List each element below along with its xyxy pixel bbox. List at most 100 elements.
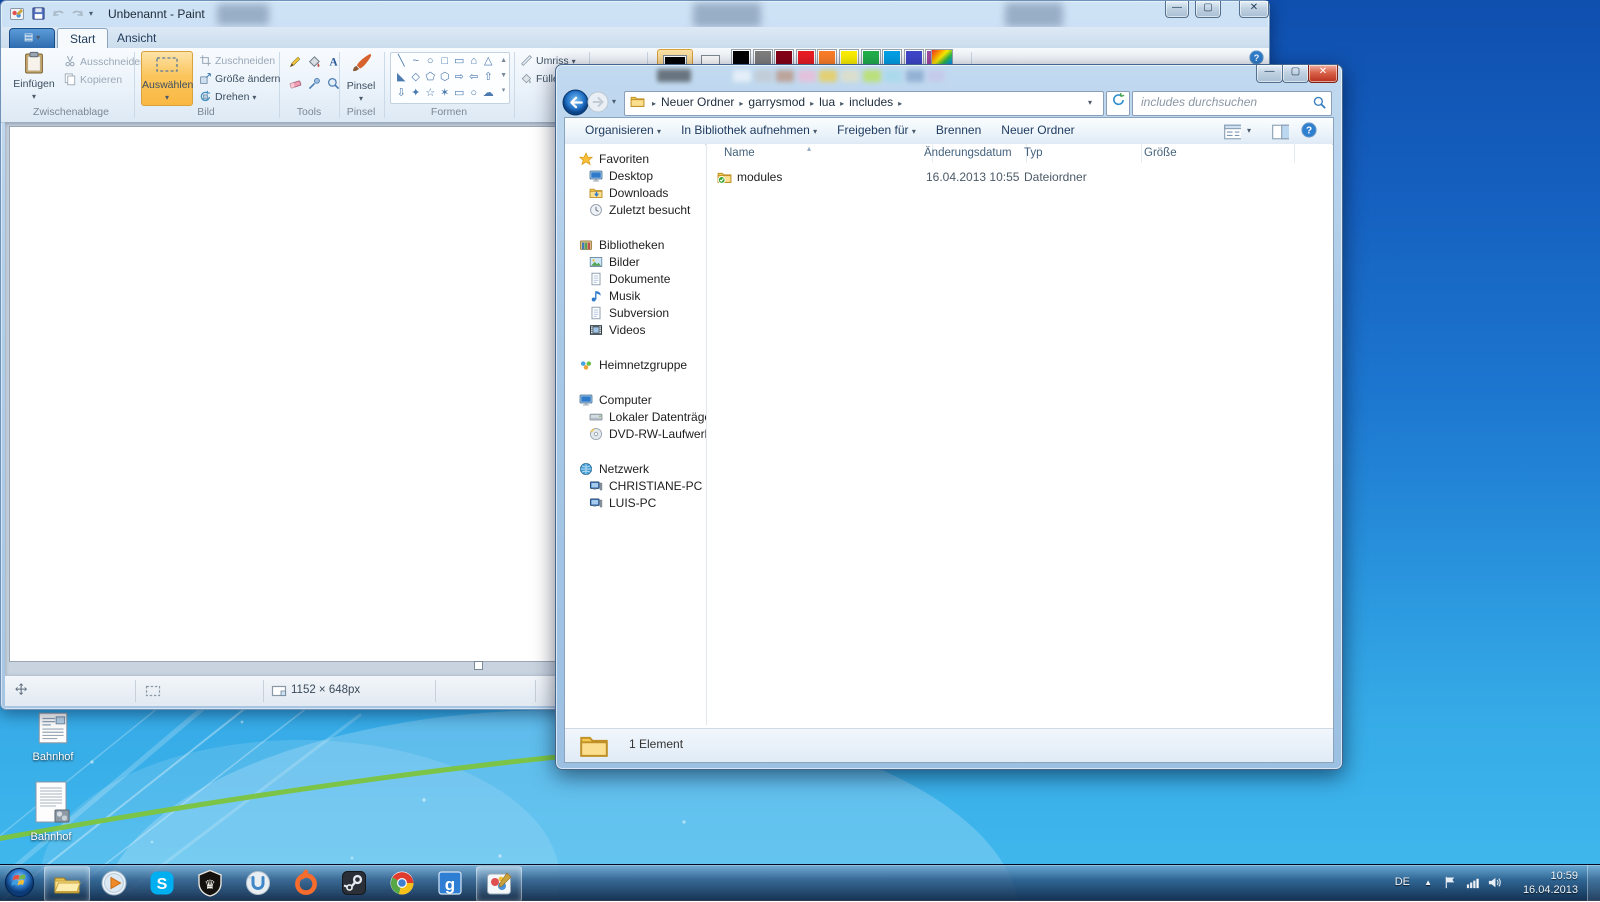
search-icon[interactable]: [1312, 95, 1327, 113]
canvas-resize-handle[interactable]: [474, 661, 483, 670]
help-button[interactable]: ?: [1301, 122, 1317, 141]
taskbar-origin[interactable]: [284, 866, 328, 900]
breadcrumb-item[interactable]: garrysmod: [748, 95, 805, 109]
action-center-flag-icon[interactable]: [1443, 875, 1458, 893]
explorer-title-bar[interactable]: [556, 65, 1342, 87]
maximize-button[interactable]: ▢: [1282, 65, 1309, 83]
sidebar-item[interactable]: Videos: [589, 323, 645, 339]
shapes-scroll[interactable]: ▲▼▾: [500, 53, 507, 98]
clock[interactable]: 10:59 16.04.2013: [1523, 869, 1578, 897]
sidebar-section-heimnetzgruppe[interactable]: Heimnetzgruppe: [579, 358, 687, 374]
crop-button[interactable]: Zuschneiden: [199, 54, 275, 70]
shape-option[interactable]: ○: [423, 54, 438, 68]
undo-icon[interactable]: [51, 6, 67, 25]
shape-option[interactable]: ╲: [394, 54, 409, 68]
preview-pane-button[interactable]: [1271, 123, 1289, 144]
paint-title-bar[interactable]: ▾ Unbenannt - Paint — ▢ ✕: [1, 1, 1269, 27]
shape-option[interactable]: ☁: [481, 86, 496, 100]
shape-option[interactable]: ▭: [452, 86, 467, 100]
paint-menu-button[interactable]: ▤ ▾: [9, 28, 55, 49]
sidebar-item[interactable]: Lokaler Datenträger: [589, 410, 715, 426]
cut-button[interactable]: Ausschneiden: [63, 54, 146, 70]
views-dropdown-icon[interactable]: ▾: [1247, 126, 1251, 135]
desktop-icon-bahnhof[interactable]: Bahnhof: [8, 780, 94, 843]
shape-option[interactable]: ⬡: [438, 70, 453, 84]
toolbar-button[interactable]: Neuer Ordner: [991, 123, 1084, 137]
sidebar-item[interactable]: Dokumente: [589, 272, 670, 288]
sidebar-item[interactable]: Subversion: [589, 306, 669, 322]
sidebar-item[interactable]: CHRISTIANE-PC: [589, 479, 702, 495]
sidebar-item[interactable]: DVD-RW-Laufwerk (: [589, 427, 718, 443]
breadcrumb-item[interactable]: lua: [819, 95, 835, 109]
taskbar-garrys-mod[interactable]: g: [428, 866, 472, 900]
history-dropdown-icon[interactable]: ▾: [612, 97, 616, 106]
search-box[interactable]: [1132, 91, 1332, 116]
sidebar-item[interactable]: Desktop: [589, 169, 653, 185]
shape-option[interactable]: ⬠: [423, 70, 438, 84]
taskbar-media-player[interactable]: [92, 866, 136, 900]
shape-option[interactable]: ⇧: [481, 70, 496, 84]
sidebar-section-favoriten[interactable]: Favoriten: [579, 152, 649, 168]
column-header[interactable]: Typ: [1017, 144, 1142, 163]
desktop-icon-bahnhof[interactable]: Bahnhof: [10, 710, 96, 763]
hidden-icons-chevron[interactable]: ▲: [1424, 878, 1432, 887]
back-button[interactable]: [562, 89, 589, 119]
select-button[interactable]: Auswählen▾: [141, 51, 193, 106]
shape-option[interactable]: ⌂: [467, 54, 482, 68]
network-icon[interactable]: [1465, 875, 1480, 893]
forward-button[interactable]: [587, 91, 609, 116]
quick-access-dropdown-icon[interactable]: ▾: [89, 9, 93, 18]
sidebar-item[interactable]: Bilder: [589, 255, 640, 271]
column-header[interactable]: Änderungsdatum: [915, 144, 1027, 163]
shape-option[interactable]: ☆: [423, 86, 438, 100]
shape-option[interactable]: ○: [467, 86, 482, 100]
taskbar-chrome[interactable]: [380, 866, 424, 900]
rotate-button[interactable]: Drehen ▾: [199, 90, 256, 106]
refresh-button[interactable]: [1106, 91, 1130, 116]
breadcrumb-item[interactable]: Neuer Ordner: [661, 95, 734, 109]
minimize-button[interactable]: —: [1256, 65, 1283, 83]
taskbar-windows-explorer[interactable]: [44, 866, 90, 902]
sidebar-item[interactable]: Musik: [589, 289, 640, 305]
brush-button[interactable]: Pinsel▾: [341, 51, 381, 104]
taskbar-game-crown[interactable]: ♛: [188, 866, 232, 900]
fill-tool-icon[interactable]: [304, 53, 324, 73]
shape-option[interactable]: ✦: [409, 86, 424, 100]
maximize-button[interactable]: ▢: [1195, 1, 1221, 18]
picker-tool-icon[interactable]: [304, 75, 324, 95]
paste-button[interactable]: Einfügen▾: [11, 51, 57, 104]
shape-option[interactable]: ◣: [394, 70, 409, 84]
shape-option[interactable]: ✶: [438, 86, 453, 100]
sidebar-section-computer[interactable]: Computer: [579, 393, 652, 409]
toolbar-button[interactable]: In Bibliothek aufnehmen ▾: [671, 123, 827, 137]
taskbar-skype[interactable]: S: [140, 866, 184, 900]
shape-option[interactable]: ◇: [409, 70, 424, 84]
shape-option[interactable]: ~: [409, 54, 424, 68]
sidebar-section-netzwerk[interactable]: Netzwerk: [579, 462, 649, 478]
sidebar-item[interactable]: Zuletzt besucht: [589, 203, 690, 219]
pencil-tool-icon[interactable]: [285, 53, 305, 73]
volume-icon[interactable]: [1487, 875, 1502, 893]
breadcrumb[interactable]: ▸Neuer Ordner▸garrysmod▸lua▸includes▸: [624, 91, 1104, 116]
tab-ansicht[interactable]: Ansicht: [105, 28, 168, 48]
taskbar-paint[interactable]: [476, 866, 522, 902]
shape-option[interactable]: ⇩: [394, 86, 409, 100]
redo-icon[interactable]: [69, 6, 85, 25]
minimize-button[interactable]: —: [1165, 1, 1189, 18]
column-header[interactable]: Name▴: [707, 144, 933, 163]
copy-button[interactable]: Kopieren: [63, 72, 122, 88]
shape-option[interactable]: ⇦: [467, 70, 482, 84]
taskbar-steam[interactable]: [332, 866, 376, 900]
taskbar-uplay[interactable]: [236, 866, 280, 900]
show-desktop-button[interactable]: [1587, 865, 1600, 901]
search-input[interactable]: [1139, 94, 1303, 110]
file-name[interactable]: modules: [737, 168, 782, 187]
toolbar-button[interactable]: Brennen: [926, 123, 991, 137]
file-row[interactable]: modules16.04.2013 10:55Dateiordner: [707, 168, 1332, 187]
tab-start[interactable]: Start: [57, 28, 108, 49]
shape-option[interactable]: ▭: [452, 54, 467, 68]
language-indicator[interactable]: DE: [1395, 876, 1410, 888]
sidebar-section-bibliotheken[interactable]: Bibliotheken: [579, 238, 664, 254]
breadcrumb-item[interactable]: includes: [849, 95, 893, 109]
close-button[interactable]: ✕: [1239, 1, 1269, 18]
